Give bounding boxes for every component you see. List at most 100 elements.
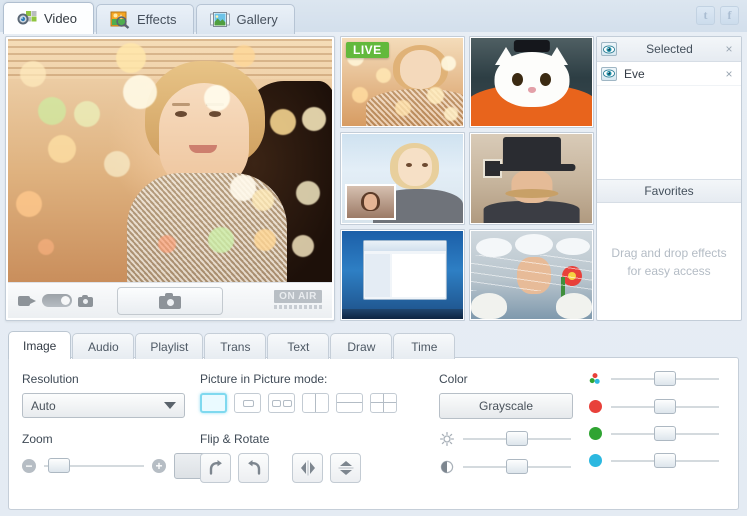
video-preview-panel: ON AIR	[5, 36, 335, 321]
color-label: Color	[439, 372, 573, 386]
live-badge: LIVE	[346, 42, 389, 58]
saturation-slider-thumb[interactable]	[654, 371, 676, 386]
flip-vertical-button[interactable]	[330, 453, 361, 483]
tab-playlist[interactable]: Playlist	[135, 333, 203, 359]
contrast-icon	[439, 460, 455, 474]
brightness-slider-thumb[interactable]	[506, 431, 528, 446]
selected-header-label: Selected	[617, 42, 722, 56]
red-slider-track[interactable]	[611, 406, 719, 408]
resolution-label: Resolution	[22, 372, 185, 386]
sun-icon	[439, 432, 455, 446]
brightness-contrast-group	[439, 432, 571, 474]
facebook-icon[interactable]: f	[720, 6, 739, 25]
favorites-header-label: Favorites	[644, 184, 693, 198]
pip-two-inset-button[interactable]	[268, 393, 295, 413]
resolution-value: Auto	[31, 399, 164, 413]
favorites-header[interactable]: Favorites	[597, 179, 741, 203]
video-icon	[17, 10, 37, 28]
green-slider-track[interactable]	[611, 433, 719, 435]
blue-slider-thumb[interactable]	[654, 453, 676, 468]
thumb-image	[471, 134, 592, 222]
zoom-slider-row: − +	[22, 453, 208, 479]
preview-person	[123, 61, 283, 282]
grayscale-button[interactable]: Grayscale	[439, 393, 573, 419]
thumb-pip-girl[interactable]	[340, 132, 465, 224]
video-preview[interactable]	[8, 39, 332, 282]
thumb-image	[471, 38, 592, 126]
blue-slider-track[interactable]	[611, 460, 719, 462]
capture-snapshot-button[interactable]	[117, 287, 223, 315]
pip-split-horizontal-button[interactable]	[336, 393, 363, 413]
blue-slider-row	[587, 454, 719, 467]
tab-image[interactable]: Image	[8, 331, 71, 359]
tab-image-label: Image	[23, 339, 56, 353]
video-photo-toggle[interactable]	[42, 294, 72, 307]
favorites-drop-zone[interactable]: Drag and drop effects for easy access	[597, 203, 741, 320]
close-icon[interactable]: ×	[722, 43, 736, 55]
thumb-bokeh-live[interactable]: LIVE	[340, 36, 465, 128]
tab-time-label: Time	[411, 340, 437, 354]
thumb-desktop[interactable]	[340, 229, 465, 321]
pip-mode-buttons	[200, 393, 397, 413]
thumb-gentleman[interactable]	[469, 132, 594, 224]
pip-full-button[interactable]	[200, 393, 227, 413]
tab-time[interactable]: Time	[393, 333, 455, 359]
list-item[interactable]: Eve ×	[597, 62, 741, 86]
tab-playlist-label: Playlist	[150, 340, 188, 354]
eye-icon[interactable]	[601, 42, 617, 56]
app-window: Video Effects	[0, 0, 747, 516]
zoom-group: Zoom − +	[22, 432, 208, 479]
rotate-right-button[interactable]	[200, 453, 231, 483]
chevron-down-icon	[164, 402, 176, 409]
thumb-cat-face[interactable]	[469, 36, 594, 128]
close-icon[interactable]: ×	[722, 68, 736, 80]
tab-trans[interactable]: Trans	[204, 333, 266, 359]
channel-sliders-group	[587, 372, 719, 467]
zoom-in-button[interactable]: +	[152, 459, 166, 473]
thumb-image	[471, 231, 592, 319]
pip-split-vertical-button[interactable]	[302, 393, 329, 413]
flip-horizontal-button[interactable]	[292, 453, 323, 483]
effects-icon	[110, 11, 130, 29]
zoom-out-button[interactable]: −	[22, 459, 36, 473]
photo-camera-icon	[78, 295, 93, 307]
tab-video-label: Video	[44, 11, 77, 26]
twitter-icon[interactable]: t	[696, 6, 715, 25]
bottom-tabs: Image Audio Playlist Trans Text Draw Tim…	[8, 331, 456, 359]
green-slider-row	[587, 427, 719, 440]
red-slider-thumb[interactable]	[654, 399, 676, 414]
tab-text[interactable]: Text	[267, 333, 329, 359]
thumb-rain-doodle[interactable]	[469, 229, 594, 321]
on-air-dots	[274, 305, 322, 309]
main-content: ON AIR LIVE	[0, 32, 747, 328]
flip-rotate-buttons	[200, 453, 361, 483]
zoom-label: Zoom	[22, 432, 208, 446]
eye-icon[interactable]	[601, 67, 617, 81]
tab-draw[interactable]: Draw	[330, 333, 392, 359]
flip-rotate-group: Flip & Rotate	[200, 432, 361, 483]
drop-hint-line-2: for easy access	[627, 264, 710, 278]
tab-gallery[interactable]: Gallery	[196, 4, 295, 34]
tab-audio[interactable]: Audio	[72, 333, 134, 359]
pip-quad-button[interactable]	[370, 393, 397, 413]
contrast-slider-track[interactable]	[463, 466, 571, 468]
pip-small-inset-button[interactable]	[234, 393, 261, 413]
on-air-indicator[interactable]: ON AIR	[274, 290, 322, 312]
saturation-slider-track[interactable]	[611, 378, 719, 380]
tab-audio-label: Audio	[88, 340, 119, 354]
rotate-left-button[interactable]	[238, 453, 269, 483]
drop-hint-text: Drag and drop effects for easy access	[611, 244, 726, 280]
contrast-slider-thumb[interactable]	[506, 459, 528, 474]
resolution-select[interactable]: Auto	[22, 393, 185, 418]
image-settings-panel: Resolution Auto Zoom − +	[8, 357, 739, 510]
green-slider-thumb[interactable]	[654, 426, 676, 441]
tab-video[interactable]: Video	[3, 2, 94, 34]
brightness-slider-row	[439, 432, 571, 446]
brightness-slider-track[interactable]	[463, 438, 571, 440]
zoom-slider-thumb[interactable]	[48, 458, 70, 473]
zoom-slider-track[interactable]	[44, 465, 144, 467]
list-item-label: Eve	[624, 67, 722, 81]
tab-effects[interactable]: Effects	[96, 4, 194, 34]
tab-draw-label: Draw	[347, 340, 375, 354]
selected-header: Selected ×	[597, 37, 741, 62]
